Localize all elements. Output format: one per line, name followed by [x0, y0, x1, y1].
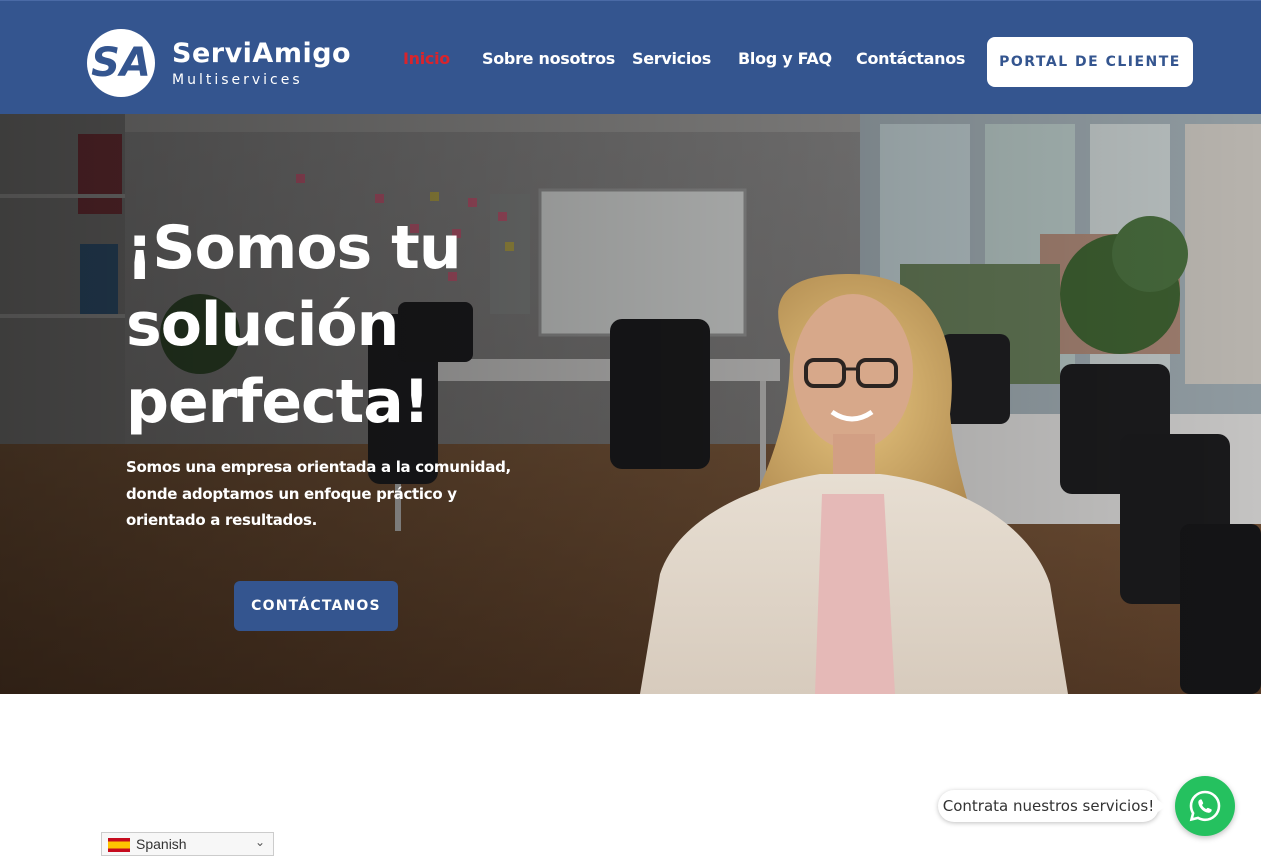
logo-name: ServiAmigo: [172, 38, 352, 69]
whatsapp-bubble[interactable]: Contrata nuestros servicios!: [938, 790, 1166, 822]
whatsapp-icon: [1189, 790, 1221, 822]
nav-blog-faq[interactable]: Blog y FAQ: [738, 49, 832, 71]
language-label: Spanish: [136, 836, 187, 852]
hero-section: ¡Somos tu solución perfecta! Somos una e…: [0, 114, 1261, 694]
logo[interactable]: SA ServiAmigo Multiservices: [86, 28, 351, 100]
portal-de-cliente-button[interactable]: PORTAL DE CLIENTE: [987, 37, 1193, 87]
logo-mark-text: SA: [91, 40, 151, 86]
nav-inicio[interactable]: Inicio: [403, 49, 450, 71]
nav-sobre-nosotros[interactable]: Sobre nosotros: [482, 49, 615, 71]
hero-title: ¡Somos tu solución perfecta!: [126, 213, 462, 437]
nav-servicios[interactable]: Servicios: [632, 49, 711, 71]
contactanos-cta-button[interactable]: CONTÁCTANOS: [234, 581, 398, 631]
nav-contactanos[interactable]: Contáctanos: [856, 49, 965, 71]
whatsapp-button[interactable]: [1175, 776, 1235, 836]
serviamigo-logo-mark-icon: SA: [87, 29, 155, 97]
site-header: SA ServiAmigo Multiservices Inicio Sobre…: [0, 0, 1261, 114]
spain-flag-icon: [108, 838, 130, 852]
language-selector[interactable]: Spanish ⌄: [101, 832, 274, 856]
logo-subtitle: Multiservices: [172, 72, 303, 88]
hero-subtitle: Somos una empresa orientada a la comunid…: [126, 458, 511, 529]
